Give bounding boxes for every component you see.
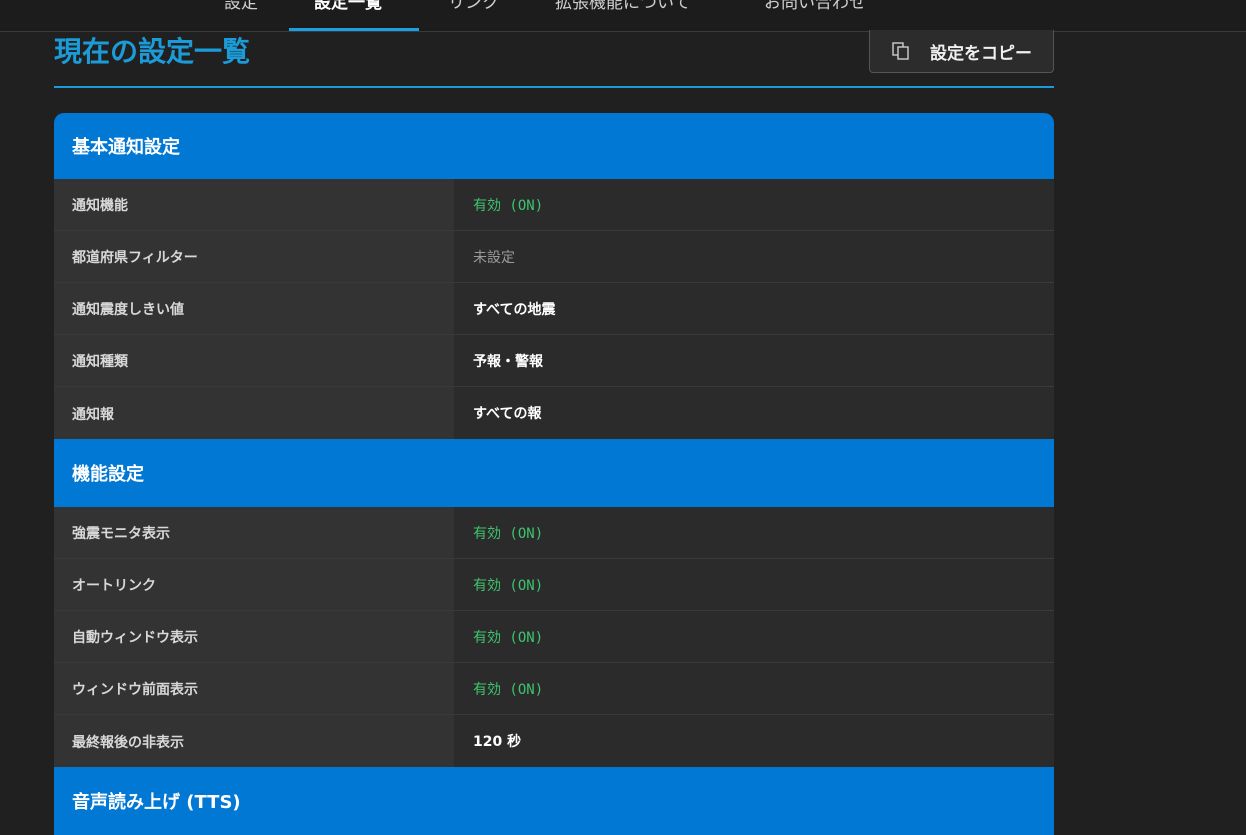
active-tab-indicator xyxy=(289,28,419,31)
top-navigation: 設定 設定一覧 リンク 拡張機能について お問い合わせ xyxy=(0,0,1246,32)
tab-about-extensions[interactable]: 拡張機能について xyxy=(555,0,691,32)
setting-value: 120 秒 xyxy=(473,734,522,750)
setting-label: オートリンク xyxy=(54,559,454,610)
copy-settings-button[interactable]: 設定をコピー xyxy=(869,30,1054,73)
setting-row: 都道府県フィルター 未設定 xyxy=(54,231,1054,283)
copy-settings-label: 設定をコピー xyxy=(930,43,1032,64)
title-divider xyxy=(54,86,1054,88)
setting-value: すべての地震 xyxy=(473,301,556,318)
copy-icon xyxy=(892,42,910,60)
setting-value: 未設定 xyxy=(473,249,515,266)
section-body-feature-settings: 強震モニタ表示 有効 (ON) オートリンク 有効 (ON) 自動ウィンドウ表示… xyxy=(54,507,1054,767)
setting-row: 強震モニタ表示 有効 (ON) xyxy=(54,507,1054,559)
tab-settings[interactable]: 設定 xyxy=(224,0,258,32)
section-header-tts: 音声読み上げ (TTS) xyxy=(54,767,1054,835)
tab-links[interactable]: リンク xyxy=(448,0,499,32)
setting-label: 強震モニタ表示 xyxy=(54,507,454,558)
section-title: 基本通知設定 xyxy=(72,137,180,158)
settings-table: 基本通知設定 通知機能 有効 (ON) 都道府県フィルター 未設定 通知震度しき… xyxy=(54,113,1054,835)
setting-value: 有効 (ON) xyxy=(473,681,544,698)
tab-contact[interactable]: お問い合わせ xyxy=(764,0,866,32)
setting-row: 最終報後の非表示 120 秒 xyxy=(54,715,1054,767)
setting-row: 自動ウィンドウ表示 有効 (ON) xyxy=(54,611,1054,663)
section-title: 音声読み上げ (TTS) xyxy=(72,792,241,813)
page-title: 現在の設定一覧 xyxy=(54,35,251,68)
setting-value: 有効 (ON) xyxy=(473,197,544,214)
setting-row: 通知種類 予報・警報 xyxy=(54,335,1054,387)
setting-label: 通知報 xyxy=(54,387,454,439)
setting-row: 通知報 すべての報 xyxy=(54,387,1054,439)
setting-row: ウィンドウ前面表示 有効 (ON) xyxy=(54,663,1054,715)
section-body-basic-notification: 通知機能 有効 (ON) 都道府県フィルター 未設定 通知震度しきい値 すべての… xyxy=(54,179,1054,439)
setting-label: 通知種類 xyxy=(54,335,454,386)
setting-value: 有効 (ON) xyxy=(473,629,544,646)
setting-label: 通知機能 xyxy=(54,179,454,230)
setting-label: 自動ウィンドウ表示 xyxy=(54,611,454,662)
setting-value: 有効 (ON) xyxy=(473,525,544,542)
setting-value: 有効 (ON) xyxy=(473,577,544,594)
setting-row: オートリンク 有効 (ON) xyxy=(54,559,1054,611)
section-title: 機能設定 xyxy=(72,464,144,485)
setting-label: 都道府県フィルター xyxy=(54,231,454,282)
setting-value: 予報・警報 xyxy=(473,353,543,370)
section-header-basic-notification: 基本通知設定 xyxy=(54,113,1054,179)
setting-value: すべての報 xyxy=(473,406,542,422)
section-header-feature-settings: 機能設定 xyxy=(54,439,1054,507)
setting-label: 最終報後の非表示 xyxy=(54,715,454,767)
setting-row: 通知機能 有効 (ON) xyxy=(54,179,1054,231)
setting-label: ウィンドウ前面表示 xyxy=(54,663,454,714)
setting-label: 通知震度しきい値 xyxy=(54,283,454,334)
setting-row: 通知震度しきい値 すべての地震 xyxy=(54,283,1054,335)
